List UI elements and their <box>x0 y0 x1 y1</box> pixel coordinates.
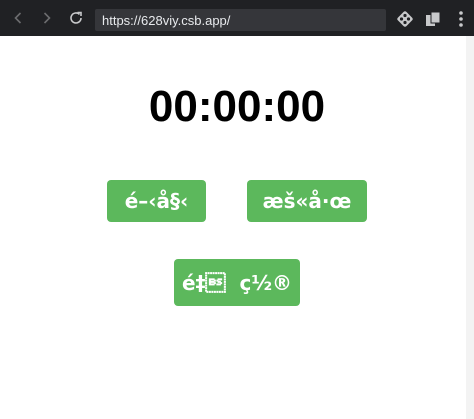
pause-button[interactable]: æš«å·œ <box>247 180 367 222</box>
menu-button[interactable] <box>450 8 472 30</box>
arrow-left-icon <box>14 12 22 24</box>
arrow-right-icon <box>43 12 51 24</box>
reload-icon <box>70 11 82 24</box>
reload-button[interactable] <box>66 8 86 28</box>
timer-display: 00:00:00 <box>148 82 326 131</box>
tabs-icon <box>426 11 441 26</box>
browser-toolbar: https://628viy.csb.app/ <box>0 0 474 36</box>
back-button[interactable] <box>8 8 28 28</box>
extension-button[interactable] <box>394 8 416 30</box>
address-bar-url: https://628viy.csb.app/ <box>102 12 231 28</box>
start-button[interactable]: é–‹å§‹ <box>107 180 206 222</box>
address-bar[interactable]: https://628viy.csb.app/ <box>95 9 386 31</box>
tabs-button[interactable] <box>422 8 444 30</box>
extension-icon <box>397 11 413 27</box>
reset-button[interactable]: é‡ ç½® <box>174 259 300 306</box>
more-vert-icon <box>459 11 463 27</box>
forward-button[interactable] <box>37 8 57 28</box>
